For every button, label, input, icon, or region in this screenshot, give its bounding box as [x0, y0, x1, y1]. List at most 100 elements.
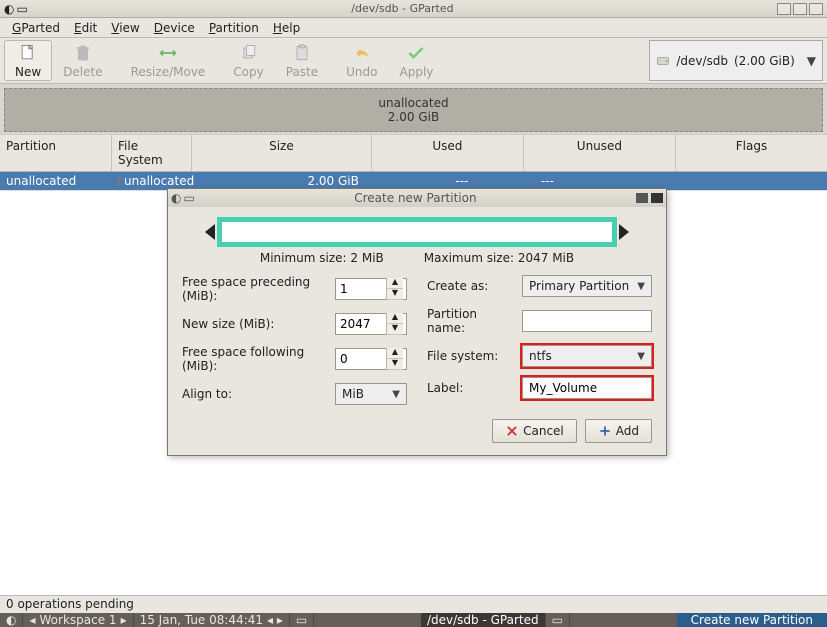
slider-handle-left-icon[interactable]	[205, 224, 215, 240]
new-button-label: New	[15, 65, 41, 79]
col-size[interactable]: Size	[192, 135, 372, 171]
copy-button-label: Copy	[233, 65, 263, 79]
titlebar-left-icons: ◐ ▭	[4, 2, 28, 16]
align-select[interactable]: MiB▼	[335, 383, 407, 405]
menu-view[interactable]: View	[105, 19, 145, 37]
disk-map[interactable]: unallocated 2.00 GiB	[4, 88, 823, 132]
newsize-input[interactable]	[336, 315, 386, 333]
copy-icon	[239, 43, 259, 63]
createas-label: Create as:	[427, 279, 516, 293]
taskbar-app-dialog-icon[interactable]: ▭	[546, 613, 570, 627]
apply-icon	[406, 43, 426, 63]
menu-edit[interactable]: Edit	[68, 19, 103, 37]
taskbar: ◐ ◂ Workspace 1 ▸ 15 Jan, Tue 08:44:41 ◂…	[0, 613, 827, 627]
resize-button: Resize/Move	[120, 40, 217, 81]
undo-button-label: Undo	[346, 65, 377, 79]
copy-button: Copy	[222, 40, 274, 81]
preceding-label: Free space preceding (MiB):	[182, 275, 329, 303]
newsize-label: New size (MiB):	[182, 317, 329, 331]
preceding-spinner[interactable]: ▲▼	[335, 278, 407, 300]
paste-icon	[292, 43, 312, 63]
col-used[interactable]: Used	[372, 135, 524, 171]
undo-button: Undo	[335, 40, 388, 81]
dialog-title: Create new Partition	[195, 191, 636, 205]
label-label: Label:	[427, 381, 516, 395]
undo-icon	[352, 43, 372, 63]
new-button[interactable]: New	[4, 40, 52, 81]
chevron-down-icon: ▼	[637, 281, 645, 292]
menubar: GParted Edit View Device Partition Help	[0, 18, 827, 38]
window-icon: ▭	[16, 2, 27, 16]
add-icon	[598, 424, 612, 438]
label-input[interactable]	[522, 377, 652, 399]
following-label: Free space following (MiB):	[182, 345, 329, 373]
device-selector[interactable]: /dev/sdb (2.00 GiB) ▼	[649, 40, 823, 81]
delete-button-label: Delete	[63, 65, 102, 79]
chevron-down-icon: ▼	[392, 389, 400, 400]
apply-button-label: Apply	[400, 65, 434, 79]
device-name: /dev/sdb	[676, 54, 728, 68]
window-title: /dev/sdb - GParted	[28, 2, 777, 15]
apply-button: Apply	[389, 40, 445, 81]
new-icon	[18, 43, 38, 63]
taskbar-workspace[interactable]: ◂ Workspace 1 ▸	[23, 613, 133, 627]
filesystem-label: File system:	[427, 349, 516, 363]
taskbar-tray[interactable]: Create new Partition	[677, 613, 827, 627]
menu-help[interactable]: Help	[267, 19, 306, 37]
paste-button: Paste	[275, 40, 329, 81]
delete-icon	[73, 43, 93, 63]
status-bar: 0 operations pending	[0, 595, 827, 613]
cell-flags	[681, 172, 827, 190]
spin-down-icon[interactable]: ▼	[387, 359, 403, 370]
cancel-button[interactable]: Cancel	[492, 419, 577, 443]
following-input[interactable]	[336, 350, 386, 368]
col-flags[interactable]: Flags	[676, 135, 827, 171]
fs-swatch-icon	[118, 176, 120, 186]
col-filesystem[interactable]: File System	[112, 135, 192, 171]
preceding-input[interactable]	[336, 280, 386, 298]
maximize-button[interactable]	[793, 3, 807, 15]
menu-device[interactable]: Device	[148, 19, 201, 37]
dialog-close-button[interactable]	[651, 193, 663, 203]
spin-down-icon[interactable]: ▼	[387, 324, 403, 335]
menu-gparted[interactable]: GParted	[6, 19, 66, 37]
resize-button-label: Resize/Move	[131, 65, 206, 79]
cancel-icon	[505, 424, 519, 438]
pending-ops: 0 operations pending	[6, 597, 134, 611]
filesystem-select[interactable]: ntfs▼	[522, 345, 652, 367]
col-unused[interactable]: Unused	[524, 135, 676, 171]
createas-select[interactable]: Primary Partition▼	[522, 275, 652, 297]
app-menu-icon[interactable]: ◐	[4, 2, 14, 16]
taskbar-clock: 15 Jan, Tue 08:44:41 ◂ ▸	[134, 613, 290, 627]
dialog-shade-button[interactable]	[636, 193, 648, 203]
align-label: Align to:	[182, 387, 329, 401]
slider-handle-right-icon[interactable]	[619, 224, 629, 240]
spin-down-icon[interactable]: ▼	[387, 289, 403, 300]
add-button[interactable]: Add	[585, 419, 652, 443]
resize-icon	[158, 43, 178, 63]
minimize-button[interactable]	[777, 3, 791, 15]
chevron-down-icon: ▼	[637, 351, 645, 362]
taskbar-apps-icon[interactable]: ◐	[0, 613, 23, 627]
create-partition-dialog: ◐▭ Create new Partition Minimum size: 2 …	[167, 188, 667, 456]
size-slider[interactable]	[182, 217, 652, 247]
slider-bar[interactable]	[217, 217, 617, 247]
menu-partition[interactable]: Partition	[203, 19, 265, 37]
taskbar-desktop-icon[interactable]: ▭	[290, 613, 314, 627]
dialog-window-icon: ▭	[183, 191, 194, 205]
window-titlebar: ◐ ▭ /dev/sdb - GParted	[0, 0, 827, 18]
diskmap-name: unallocated	[378, 96, 448, 110]
close-button[interactable]	[809, 3, 823, 15]
partname-input[interactable]	[522, 310, 652, 332]
diskmap-size: 2.00 GiB	[388, 110, 439, 124]
newsize-spinner[interactable]: ▲▼	[335, 313, 407, 335]
toolbar: New Delete Resize/Move Copy Paste Undo A…	[0, 38, 827, 84]
following-spinner[interactable]: ▲▼	[335, 348, 407, 370]
partname-label: Partition name:	[427, 307, 516, 335]
col-partition[interactable]: Partition	[0, 135, 112, 171]
dialog-titlebar: ◐▭ Create new Partition	[168, 189, 666, 207]
delete-button: Delete	[52, 40, 113, 81]
min-size-label: Minimum size: 2 MiB	[260, 251, 384, 265]
taskbar-app-gparted[interactable]: /dev/sdb - GParted	[421, 613, 546, 627]
dialog-menu-icon[interactable]: ◐	[171, 191, 181, 205]
